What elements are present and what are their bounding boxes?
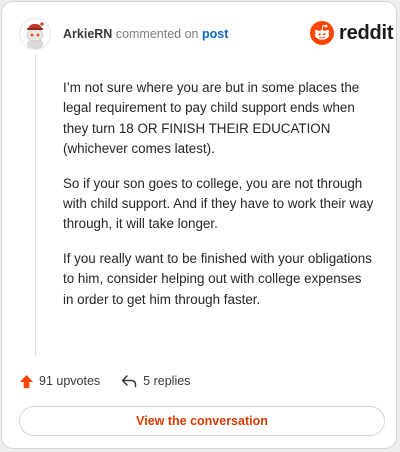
- post-link[interactable]: post: [202, 27, 228, 41]
- upvote-arrow-icon: [19, 374, 34, 388]
- reply-arrow-icon: [121, 375, 137, 388]
- comment-paragraph: I’m not sure where you are but in some p…: [63, 80, 360, 157]
- comment-paragraph: So if your son goes to college, you are …: [63, 175, 374, 232]
- comment-footer: 91 upvotes 5 replies: [19, 371, 190, 391]
- reply-count: 5 replies: [143, 374, 191, 388]
- upvotes-group[interactable]: 91 upvotes: [19, 374, 100, 389]
- comment-paragraph: If you really want to be finished with y…: [63, 250, 372, 307]
- upvote-count: 91 upvotes: [39, 374, 101, 388]
- view-conversation-button[interactable]: View the conversation: [19, 406, 385, 436]
- comment-header: ArkieRN commented on post: [63, 27, 228, 41]
- replies-group[interactable]: 5 replies: [121, 374, 190, 388]
- snoo-avatar-icon: [20, 19, 50, 49]
- action-text: commented on: [115, 27, 199, 41]
- reddit-logo-icon: [310, 21, 334, 45]
- thread-line: [35, 54, 36, 356]
- avatar[interactable]: [19, 18, 51, 50]
- author-name[interactable]: ArkieRN: [63, 27, 112, 41]
- comment-body: I’m not sure where you are but in some p…: [63, 78, 375, 324]
- reddit-wordmark: reddit: [339, 21, 394, 44]
- comment-embed-card: ArkieRN commented on post reddit I’m not…: [1, 1, 397, 449]
- reddit-brand[interactable]: reddit: [310, 21, 394, 45]
